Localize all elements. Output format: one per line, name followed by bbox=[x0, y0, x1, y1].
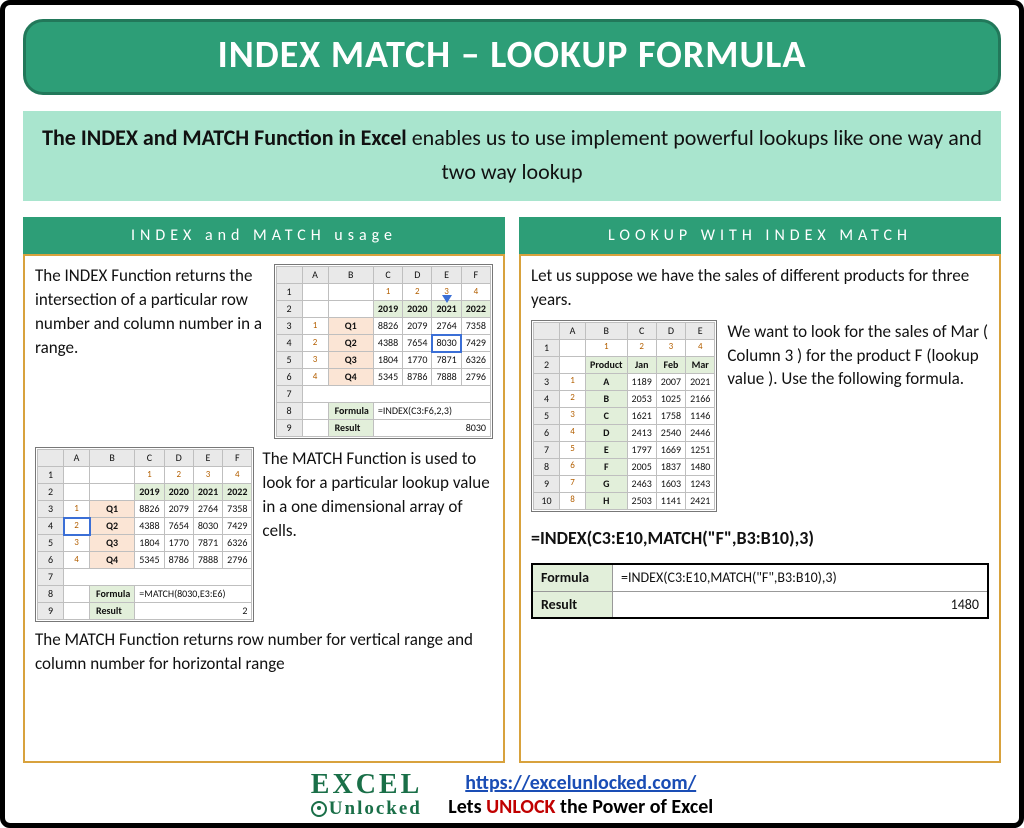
logo: EXCEL Unlocked bbox=[311, 774, 422, 817]
footer-tagline: Lets UNLOCK the Power of Excel bbox=[448, 795, 713, 819]
result-formula-value: =INDEX(C3:E10,MATCH("F",B3:B10),3) bbox=[613, 565, 987, 592]
right-column-body: Let us suppose we have the sales of diff… bbox=[519, 254, 1001, 763]
lookup-formula: =INDEX(C3:E10,MATCH("F",B3:B10),3) bbox=[531, 526, 989, 551]
match-example-table: A B C D E F 1 1 2 3 4 2 bbox=[35, 447, 254, 622]
page-title: INDEX MATCH – LOOKUP FORMULA bbox=[23, 19, 1001, 95]
footer: EXCEL Unlocked https://excelunlocked.com… bbox=[23, 763, 1001, 819]
match-description-2: The MATCH Function returns row number fo… bbox=[35, 628, 493, 676]
products-table: A B C D E 1 1 2 3 4 2 Pr bbox=[531, 320, 717, 512]
logo-line-1: EXCEL bbox=[311, 769, 422, 800]
page-subtitle: The INDEX and MATCH Function in Excel en… bbox=[23, 111, 1001, 201]
result-result-value: 1480 bbox=[613, 592, 987, 618]
footer-url[interactable]: https://excelunlocked.com/ bbox=[448, 771, 713, 795]
lookup-side-text: We want to look for the sales of Mar ( C… bbox=[727, 320, 989, 391]
logo-line-2: Unlocked bbox=[329, 798, 422, 819]
result-box: Formula =INDEX(C3:E10,MATCH("F",B3:B10),… bbox=[531, 563, 989, 619]
match-description: The MATCH Function is used to look for a… bbox=[262, 447, 493, 542]
subtitle-bold: The INDEX and MATCH Function in Excel bbox=[42, 124, 412, 151]
lookup-intro: Let us suppose we have the sales of diff… bbox=[531, 264, 989, 312]
left-column-body: The INDEX Function returns the intersect… bbox=[23, 254, 505, 763]
result-formula-label: Formula bbox=[533, 565, 613, 592]
subtitle-rest: enables us to use implement powerful loo… bbox=[412, 124, 982, 185]
left-column-header: INDEX and MATCH usage bbox=[23, 217, 505, 254]
left-column: INDEX and MATCH usage The INDEX Function… bbox=[23, 217, 505, 763]
result-result-label: Result bbox=[533, 592, 613, 618]
right-column-header: LOOKUP WITH INDEX MATCH bbox=[519, 217, 1001, 254]
index-description: The INDEX Function returns the intersect… bbox=[35, 264, 266, 359]
right-column: LOOKUP WITH INDEX MATCH Let us suppose w… bbox=[519, 217, 1001, 763]
index-example-table: A B C D E F 1 1 2 3 4 2 bbox=[274, 264, 493, 439]
keyhole-icon bbox=[311, 801, 327, 817]
